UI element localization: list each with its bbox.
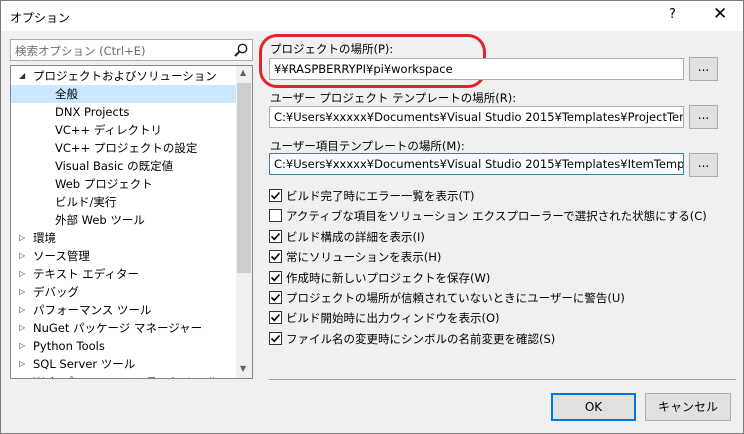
checkbox-option[interactable]: プロジェクトの場所が信頼されていないときにユーザーに警告(U) (269, 290, 625, 306)
tree-item[interactable]: ▷ デバッグ (11, 283, 236, 301)
checkbox-option[interactable]: ビルド完了時にエラー一覧を表示(T) (269, 188, 475, 204)
tree-item-label: デバッグ (33, 285, 79, 299)
tree-item-label: Python Tools (33, 339, 105, 353)
tree-item-label: テキスト エディター (33, 267, 140, 281)
tree-item[interactable]: ▷ ソース管理 (11, 247, 236, 265)
collapsed-arrow-icon[interactable]: ▷ (19, 373, 25, 378)
ok-button[interactable]: OK (551, 393, 636, 421)
tree-item[interactable]: ▷ 環境 (11, 229, 236, 247)
project-location-label: プロジェクトの場所(P): (270, 42, 394, 56)
tree-item-label: Visual Basic の既定値 (55, 159, 174, 173)
item-template-location-input[interactable]: C:¥Users¥xxxxx¥Documents¥Visual Studio 2… (269, 153, 684, 175)
search-icon[interactable] (233, 42, 249, 58)
tree-item-label: Web パフォーマンス テスト ツール (33, 373, 218, 378)
checkbox-option[interactable]: ビルド構成の詳細を表示(I) (269, 229, 425, 245)
tree-item-label: パフォーマンス ツール (33, 303, 152, 317)
tree-item-label: SQL Server ツール (33, 357, 136, 371)
tree-item[interactable]: 外部 Web ツール (11, 211, 236, 229)
checkbox-option[interactable]: アクティブな項目をソリューション エクスプローラーで選択された状態にする(C) (269, 208, 707, 224)
tree-item-label: 外部 Web ツール (55, 213, 145, 227)
project-location-browse-button[interactable]: ... (689, 57, 718, 81)
tree-items: ◢ プロジェクトおよびソリューション全般 DNX Projects VC++ ディレク… (11, 66, 236, 378)
scroll-up-icon[interactable]: ▲ (240, 68, 246, 77)
checkbox-label: ファイル名の変更時にシンボルの名前変更を確認(S) (286, 331, 556, 346)
template-location-input[interactable]: C:¥Users¥xxxxx¥Documents¥Visual Studio 2… (269, 106, 684, 128)
collapsed-arrow-icon[interactable]: ▷ (19, 265, 25, 283)
tree-item-label: Web プロジェクト (55, 177, 153, 191)
item-template-location-label: ユーザー項目テンプレートの場所(M): (270, 139, 465, 153)
options-dialog: オプション ? ✕ 検索オプション (Ctrl+E) ◢ プロジェクトおよびソリュ… (0, 0, 744, 434)
checkbox-label: ビルド完了時にエラー一覧を表示(T) (286, 189, 475, 203)
tree-item-label: ソース管理 (33, 249, 90, 263)
tree-item-label: 全般 (55, 87, 78, 101)
checkbox[interactable] (269, 270, 282, 284)
item-template-location-browse-button[interactable]: ... (689, 153, 718, 177)
tree-item-label: ビルド/実行 (55, 195, 117, 209)
checkbox-label: 作成時に新しいプロジェクトを保存(W) (286, 270, 491, 285)
scroll-thumb[interactable] (237, 83, 251, 273)
collapsed-arrow-icon[interactable]: ▷ (19, 247, 25, 265)
tree-item-label: プロジェクトおよびソリューション (33, 69, 217, 83)
options-tree[interactable]: ◢ プロジェクトおよびソリューション全般 DNX Projects VC++ ディレク… (10, 65, 253, 379)
help-button[interactable]: ? (669, 7, 676, 22)
checkbox[interactable] (269, 291, 282, 304)
collapsed-arrow-icon[interactable]: ▷ (19, 319, 25, 337)
checkbox-label: 常にソリューションを表示(H) (286, 250, 442, 265)
tree-item[interactable]: ビルド/実行 (11, 193, 236, 211)
checkbox-option[interactable]: ビルド開始時に出力ウィンドウを表示(O) (269, 310, 500, 326)
expanded-arrow-icon[interactable]: ◢ (19, 67, 25, 85)
tree-item[interactable]: Visual Basic の既定値 (11, 157, 236, 175)
tree-item[interactable]: ▷ Python Tools (11, 337, 236, 355)
checkbox[interactable] (269, 331, 282, 345)
checkbox[interactable] (269, 311, 282, 325)
checkbox[interactable] (269, 189, 282, 202)
tree-item-label: VC++ プロジェクトの設定 (55, 141, 198, 155)
tree-item[interactable]: ▷ SQL Server ツール (11, 355, 236, 373)
title-bar: オプション ? ✕ (1, 1, 743, 31)
checkbox-label: ビルド構成の詳細を表示(I) (286, 229, 425, 244)
close-button[interactable]: ✕ (713, 4, 727, 24)
search-box[interactable]: 検索オプション (Ctrl+E) (10, 39, 253, 61)
tree-item[interactable]: VC++ プロジェクトの設定 (11, 139, 236, 157)
project-location-input[interactable]: ¥¥RASPBERRYPI¥pi¥workspace (269, 58, 684, 80)
tree-item[interactable]: VC++ ディレクトリ (11, 121, 236, 139)
tree-scrollbar[interactable]: ▲ ▼ (236, 66, 252, 378)
checkbox-label: プロジェクトの場所が信頼されていないときにユーザーに警告(U) (286, 291, 625, 305)
collapsed-arrow-icon[interactable]: ▷ (19, 283, 25, 301)
tree-item[interactable]: Web プロジェクト (11, 175, 236, 193)
tree-item-label: NuGet パッケージ マネージャー (33, 321, 203, 335)
checkbox[interactable] (269, 209, 282, 223)
tree-item[interactable]: DNX Projects (11, 103, 236, 121)
checkbox-option[interactable]: ファイル名の変更時にシンボルの名前変更を確認(S) (269, 331, 555, 347)
template-location-browse-button[interactable]: ... (689, 105, 718, 129)
tree-item[interactable]: ◢ プロジェクトおよびソリューション (11, 67, 236, 85)
cancel-button[interactable]: キャンセル (645, 393, 731, 421)
collapsed-arrow-icon[interactable]: ▷ (19, 355, 25, 373)
tree-item[interactable]: 全般 (11, 85, 236, 103)
checkbox[interactable] (269, 250, 282, 264)
template-location-label: ユーザー プロジェクト テンプレートの場所(R): (270, 91, 517, 105)
collapsed-arrow-icon[interactable]: ▷ (19, 301, 25, 319)
tree-item-label: VC++ ディレクトリ (55, 123, 163, 137)
tree-item[interactable]: ▷ パフォーマンス ツール (11, 301, 236, 319)
search-input[interactable]: 検索オプション (Ctrl+E) (15, 43, 146, 59)
checkbox-option[interactable]: 作成時に新しいプロジェクトを保存(W) (269, 270, 490, 286)
tree-item-label: 環境 (33, 231, 56, 245)
collapsed-arrow-icon[interactable]: ▷ (19, 229, 25, 247)
divider (269, 379, 736, 380)
tree-item-label: DNX Projects (55, 105, 130, 119)
checkbox[interactable] (269, 229, 282, 243)
collapsed-arrow-icon[interactable]: ▷ (19, 337, 25, 355)
checkbox-option[interactable]: 常にソリューションを表示(H) (269, 249, 441, 265)
tree-item[interactable]: ▷ テキスト エディター (11, 265, 236, 283)
checkbox-label: アクティブな項目をソリューション エクスプローラーで選択された状態にする(C) (286, 209, 707, 224)
tree-item[interactable]: ▷ NuGet パッケージ マネージャー (11, 319, 236, 337)
window-title: オプション (10, 11, 71, 25)
tree-item[interactable]: ▷ Web パフォーマンス テスト ツール (11, 373, 236, 378)
scroll-down-icon[interactable]: ▼ (240, 364, 246, 373)
checkbox-label: ビルド開始時に出力ウィンドウを表示(O) (286, 311, 500, 326)
